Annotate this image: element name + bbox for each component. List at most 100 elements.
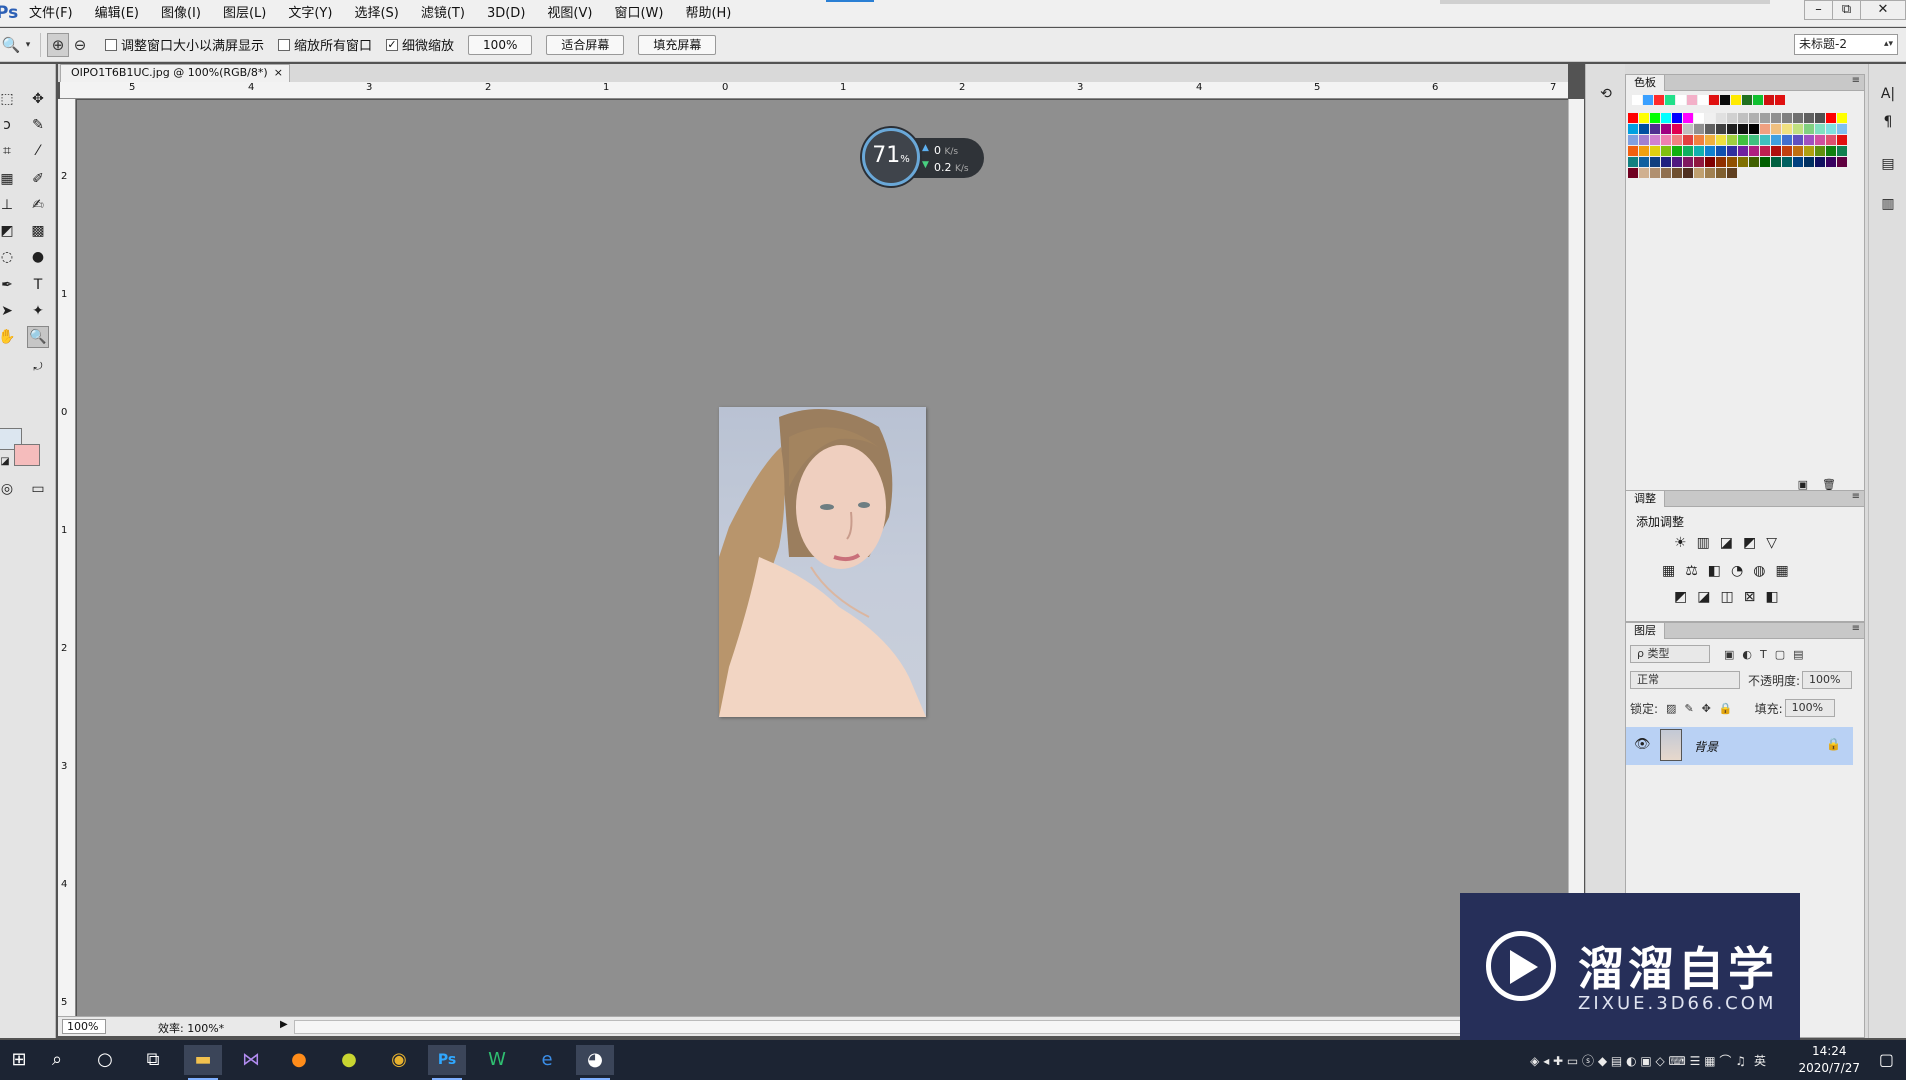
- swatch[interactable]: [1760, 146, 1770, 156]
- swatch[interactable]: [1771, 146, 1781, 156]
- start-icon[interactable]: ⊞: [0, 1045, 38, 1075]
- swatch[interactable]: [1760, 113, 1770, 123]
- swatch[interactable]: [1760, 135, 1770, 145]
- swatch[interactable]: [1672, 168, 1682, 178]
- brush-tool-icon[interactable]: ✐: [27, 168, 49, 190]
- clock[interactable]: 14:24 2020/7/27: [1798, 1043, 1860, 1077]
- swatch[interactable]: [1782, 113, 1792, 123]
- menu-window[interactable]: 窗口(W): [603, 0, 674, 27]
- swatch[interactable]: [1738, 113, 1748, 123]
- swatch[interactable]: [1815, 113, 1825, 123]
- swatch[interactable]: [1771, 113, 1781, 123]
- invert-icon[interactable]: ◩: [1674, 589, 1687, 605]
- chevron-down-icon[interactable]: ▾: [22, 33, 34, 57]
- layer-row[interactable]: 👁 背景 🔒: [1626, 727, 1853, 765]
- swatch[interactable]: [1727, 168, 1737, 178]
- swatch[interactable]: [1632, 95, 1642, 105]
- lock-icons[interactable]: ▨✎✥🔒: [1666, 702, 1741, 715]
- ime-indicator[interactable]: 英: [1754, 1052, 1766, 1069]
- swatch[interactable]: [1694, 113, 1704, 123]
- swatch[interactable]: [1650, 113, 1660, 123]
- menu-filter[interactable]: 滤镜(T): [410, 0, 476, 27]
- swatch[interactable]: [1775, 95, 1785, 105]
- swatch[interactable]: [1815, 135, 1825, 145]
- menu-3d[interactable]: 3D(D): [476, 0, 536, 27]
- visual-studio-icon[interactable]: ⋈: [232, 1045, 270, 1075]
- menu-layer[interactable]: 图层(L): [212, 0, 277, 27]
- black-white-icon[interactable]: ◧: [1708, 563, 1721, 579]
- swatch[interactable]: [1687, 95, 1697, 105]
- history-panel-icon[interactable]: ⟲: [1594, 86, 1618, 108]
- document-tab[interactable]: OIPO1T6B1UC.jpg @ 100%(RGB/8*) ×: [60, 64, 290, 82]
- swatch[interactable]: [1753, 95, 1763, 105]
- swatch[interactable]: [1804, 157, 1814, 167]
- swatch[interactable]: [1639, 146, 1649, 156]
- swap-colors-icon[interactable]: ⤾: [27, 356, 49, 378]
- swatch[interactable]: [1639, 124, 1649, 134]
- paragraph-panel-icon[interactable]: ¶: [1876, 114, 1900, 136]
- portrait-photo[interactable]: [719, 407, 926, 717]
- swatch[interactable]: [1716, 135, 1726, 145]
- swatch[interactable]: [1760, 124, 1770, 134]
- blend-mode-select[interactable]: 正常: [1630, 671, 1740, 689]
- swatch[interactable]: [1716, 146, 1726, 156]
- swatch[interactable]: [1749, 113, 1759, 123]
- swatch[interactable]: [1749, 124, 1759, 134]
- vertical-scrollbar[interactable]: [1568, 99, 1584, 1016]
- channel-mixer-icon[interactable]: ◍: [1753, 563, 1765, 579]
- zoom-tool-icon[interactable]: 🔍: [27, 326, 49, 348]
- layers-tab[interactable]: 图层: [1626, 623, 1665, 639]
- swatch[interactable]: [1782, 146, 1792, 156]
- gradient-map-icon[interactable]: ◧: [1765, 589, 1778, 605]
- swatch[interactable]: [1837, 124, 1847, 134]
- swatch[interactable]: [1793, 113, 1803, 123]
- swatch[interactable]: [1672, 146, 1682, 156]
- swatch[interactable]: [1705, 168, 1715, 178]
- restore-button[interactable]: ⧉: [1832, 0, 1861, 20]
- swatch[interactable]: [1716, 124, 1726, 134]
- resize-windows-checkbox[interactable]: 调整窗口大小以满屏显示: [105, 35, 264, 54]
- swatch[interactable]: [1804, 124, 1814, 134]
- swatch[interactable]: [1804, 113, 1814, 123]
- swatch[interactable]: [1826, 146, 1836, 156]
- swatch[interactable]: [1771, 124, 1781, 134]
- threshold-icon[interactable]: ◫: [1720, 589, 1733, 605]
- swatch[interactable]: [1826, 157, 1836, 167]
- swatch[interactable]: [1694, 135, 1704, 145]
- swatch[interactable]: [1639, 113, 1649, 123]
- network-speed-widget[interactable]: ▲ 0 K/s ▼ 0.2 K/s 71%: [862, 128, 984, 186]
- menu-help[interactable]: 帮助(H): [674, 0, 742, 27]
- quick-mask-icon[interactable]: ◎: [0, 478, 18, 500]
- swatch[interactable]: [1705, 124, 1715, 134]
- background-color-swatch[interactable]: [14, 444, 40, 466]
- swatch[interactable]: [1793, 146, 1803, 156]
- swatch[interactable]: [1705, 135, 1715, 145]
- swatch[interactable]: [1771, 135, 1781, 145]
- swatch[interactable]: [1716, 113, 1726, 123]
- swatch[interactable]: [1650, 146, 1660, 156]
- swatch[interactable]: [1738, 124, 1748, 134]
- swatch[interactable]: [1628, 157, 1638, 167]
- swatch[interactable]: [1716, 157, 1726, 167]
- character-panel-icon[interactable]: A|: [1876, 86, 1900, 108]
- opacity-field[interactable]: 100%: [1802, 671, 1853, 689]
- zoom-100-button[interactable]: 100%: [468, 34, 533, 55]
- swatch[interactable]: [1705, 157, 1715, 167]
- edge-icon[interactable]: e: [528, 1045, 566, 1075]
- swatch[interactable]: [1815, 146, 1825, 156]
- swatch[interactable]: [1661, 146, 1671, 156]
- quick-select-tool-icon[interactable]: ✎: [27, 114, 49, 136]
- swatch[interactable]: [1683, 124, 1693, 134]
- swatch[interactable]: [1654, 95, 1664, 105]
- swatch[interactable]: [1727, 146, 1737, 156]
- layer-filter-icons[interactable]: ▣◐T▢▤: [1724, 648, 1812, 661]
- healing-brush-tool-icon[interactable]: ▦: [0, 168, 18, 190]
- swatch[interactable]: [1709, 95, 1719, 105]
- swatch[interactable]: [1815, 157, 1825, 167]
- menu-view[interactable]: 视图(V): [536, 0, 603, 27]
- swatch[interactable]: [1793, 157, 1803, 167]
- swatch[interactable]: [1782, 124, 1792, 134]
- swatch[interactable]: [1628, 113, 1638, 123]
- swatch[interactable]: [1672, 135, 1682, 145]
- curves-icon[interactable]: ◪: [1720, 535, 1733, 551]
